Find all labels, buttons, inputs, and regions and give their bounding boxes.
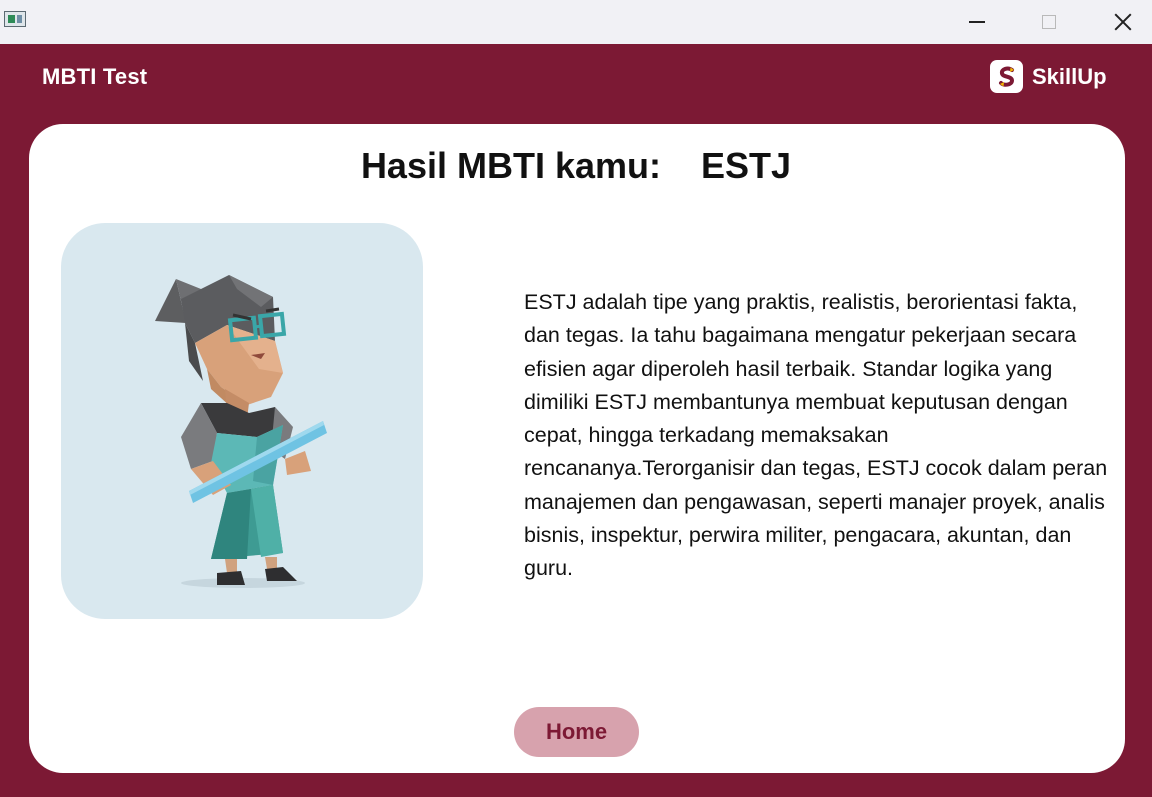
app-title: MBTI Test (42, 64, 148, 89)
app-window: MBTI Test SkillUp Hasil MBTI kamu: ESTJ (0, 0, 1152, 797)
result-description: ESTJ adalah tipe yang praktis, realistis… (524, 290, 1108, 581)
teacher-character-illustration (61, 223, 423, 619)
result-type: ESTJ (701, 145, 792, 186)
minimize-button[interactable] (954, 0, 1000, 44)
brand: SkillUp (990, 60, 1107, 93)
minimize-icon (969, 21, 985, 23)
skillup-logo-icon (990, 60, 1023, 93)
maximize-button[interactable] (1026, 0, 1072, 44)
title-bar (0, 0, 1152, 44)
maximize-icon (1042, 15, 1056, 29)
brand-name: SkillUp (1032, 63, 1107, 89)
result-heading-label: Hasil MBTI kamu: (360, 145, 661, 186)
close-icon (1114, 13, 1132, 31)
result-heading: Hasil MBTI kamu: ESTJ (0, 145, 1152, 187)
home-button[interactable]: Home (514, 707, 639, 757)
close-button[interactable] (1100, 0, 1146, 44)
app-window-icon (4, 11, 26, 27)
